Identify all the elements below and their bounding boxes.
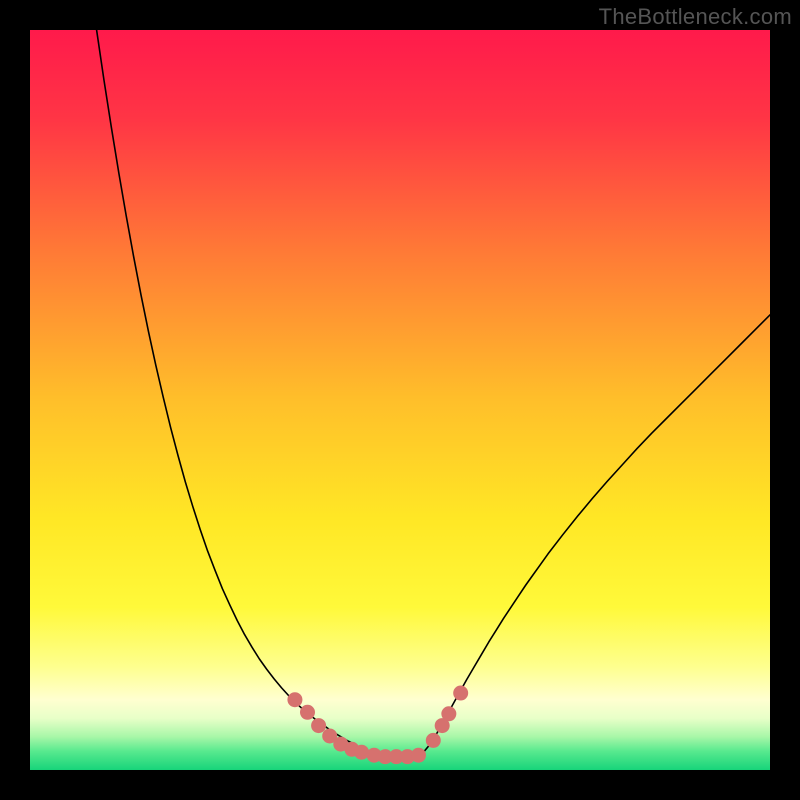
watermark-text: TheBottleneck.com <box>599 4 792 30</box>
marker-dot <box>411 748 426 763</box>
marker-dot <box>300 705 315 720</box>
marker-dot <box>426 733 441 748</box>
marker-dot <box>354 745 369 760</box>
marker-dot <box>453 686 468 701</box>
marker-dot <box>287 692 302 707</box>
plot-area <box>30 30 770 770</box>
chart-svg <box>30 30 770 770</box>
marker-dot <box>311 718 326 733</box>
gradient-background <box>30 30 770 770</box>
marker-dot <box>441 706 456 721</box>
chart-frame: TheBottleneck.com <box>0 0 800 800</box>
